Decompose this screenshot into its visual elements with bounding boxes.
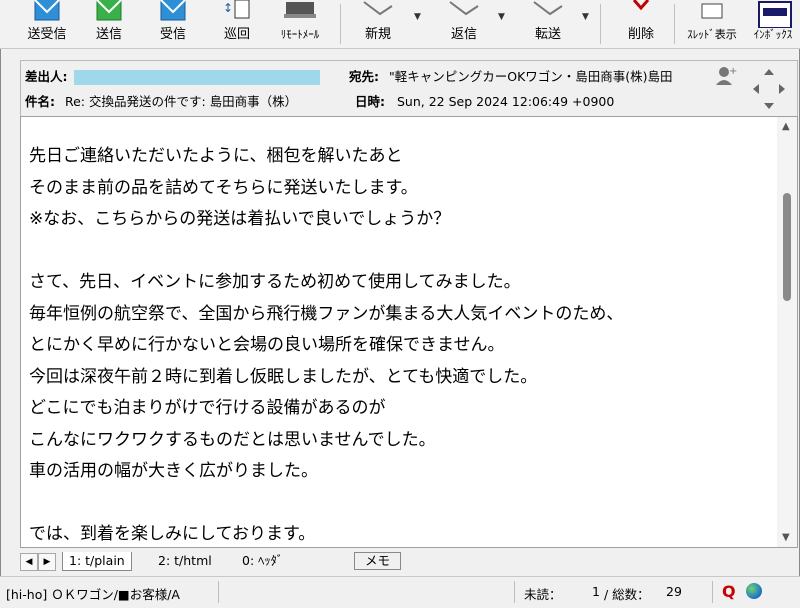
tab-prev-icon[interactable]: ◀ bbox=[20, 553, 38, 571]
message-line: さて、先日、イベントに参加するため初めて使用してみました。 bbox=[29, 272, 521, 292]
svg-text:↕: ↕ bbox=[223, 1, 233, 15]
from-value[interactable] bbox=[73, 70, 320, 85]
message-line: 毎年恒例の航空祭で、全国から飛行機ファンが集まる大人気イベントのため、 bbox=[29, 303, 624, 324]
receive-label: 受信 bbox=[159, 27, 186, 42]
toolbar-separator bbox=[674, 4, 675, 44]
new-mail-icon bbox=[363, 1, 393, 16]
inbox-button[interactable]: ｲﾝﾎﾞｯｸｽ bbox=[746, 0, 800, 46]
body-tabs: ◀ ▶ 1: t/plain 2: t/html 0: ﾍｯﾀﾞ メモ bbox=[20, 550, 798, 572]
reply-button[interactable]: 返信 bbox=[436, 0, 492, 46]
delete-button[interactable]: 削除 bbox=[614, 0, 668, 46]
to-label: 宛先: bbox=[349, 69, 379, 84]
send-receive-button[interactable]: 送受信 bbox=[20, 0, 74, 46]
thread-view-label: ｽﾚｯﾄﾞ表示 bbox=[687, 28, 737, 41]
tab-header[interactable]: 0: ﾍｯﾀﾞ bbox=[236, 552, 289, 570]
inbox-icon bbox=[758, 1, 792, 28]
unread-count: 1 bbox=[592, 584, 600, 599]
status-bar: [hi-ho] ＯＫワゴン/■お客様/A 未読： 1 / 総数： 29 Q bbox=[0, 576, 800, 608]
message-header: 差出人: 宛先: "軽キャンピングカーOKワゴン・島田商事(株)島田 件名: R… bbox=[20, 60, 798, 116]
message-line: とにかく早めに行かないと会場の良い場所を確保できません。 bbox=[29, 335, 505, 355]
receive-button[interactable]: 受信 bbox=[150, 0, 196, 46]
inbox-label: ｲﾝﾎﾞｯｸｽ bbox=[753, 28, 793, 41]
scroll-up-icon[interactable]: ▲ bbox=[782, 121, 790, 132]
to-row: 宛先: "軽キャンピングカーOKワゴン・島田商事(株)島田 bbox=[349, 66, 673, 85]
memo-button[interactable]: メモ bbox=[354, 552, 402, 570]
tab-text-html[interactable]: 2: t/html bbox=[152, 552, 218, 570]
forward-button[interactable]: 転送 bbox=[520, 0, 576, 46]
send-receive-icon bbox=[34, 0, 60, 21]
remote-mail-button[interactable]: ﾘﾓｰﾄﾒｰﾙ bbox=[268, 0, 332, 46]
patrol-button[interactable]: ↕ 巡回 bbox=[214, 0, 260, 46]
message-line: こんなにワクワクするものだとは思いませんでした。 bbox=[29, 429, 436, 450]
globe-icon[interactable] bbox=[746, 583, 762, 599]
message-line: 今回は深夜午前２時に到着し仮眠しましたが、とても快適でした。 bbox=[29, 366, 538, 387]
message-body[interactable]: 先日ご連絡いただいたように、梱包を解いたあと そのまま前の品を詰めてそちらに発送い… bbox=[20, 116, 798, 548]
total-count: 29 bbox=[666, 584, 682, 599]
forward-icon bbox=[533, 1, 563, 16]
from-row: 差出人: bbox=[25, 66, 320, 85]
svg-text:+: + bbox=[729, 66, 737, 77]
toolbar-separator bbox=[340, 4, 341, 44]
total-label: / 総数： bbox=[604, 587, 650, 602]
tab-next-icon[interactable]: ▶ bbox=[38, 553, 56, 571]
send-label: 送信 bbox=[95, 27, 122, 42]
forward-label: 転送 bbox=[534, 27, 561, 42]
message-line: では、到着を楽しみにしております。 bbox=[29, 524, 316, 544]
status-separator bbox=[218, 581, 219, 603]
message-line bbox=[29, 488, 623, 520]
send-receive-label: 送受信 bbox=[27, 27, 67, 42]
message-line: どこにでも泊まりがけで行ける設備があるのが bbox=[29, 398, 386, 418]
send-button[interactable]: 送信 bbox=[86, 0, 132, 46]
reply-label: 返信 bbox=[450, 27, 477, 42]
subject-row: 件名: Re: 交換品発送の件です: 島田商事（株） bbox=[25, 91, 297, 110]
message-line: そのまま前の品を詰めてそちらに発送いたします。 bbox=[29, 177, 418, 198]
navigation-arrows-icon[interactable] bbox=[749, 65, 789, 113]
unread-label: 未読： bbox=[524, 587, 562, 602]
scroll-thumb[interactable] bbox=[783, 193, 791, 301]
patrol-icon: ↕ bbox=[223, 0, 250, 19]
message-line: 先日ご連絡いただいたように、梱包を解いたあと bbox=[29, 146, 403, 166]
new-mail-button[interactable]: 新規 bbox=[350, 0, 406, 46]
message-line: 車の活用の幅が大きく広がりました。 bbox=[29, 461, 318, 481]
to-value[interactable]: "軽キャンピングカーOKワゴン・島田商事(株)島田 bbox=[389, 69, 673, 84]
subject-value: Re: 交換品発送の件です: 島田商事（株） bbox=[64, 94, 298, 109]
new-mail-label: 新規 bbox=[364, 27, 391, 42]
reply-icon bbox=[449, 1, 479, 16]
remote-mail-label: ﾘﾓｰﾄﾒｰﾙ bbox=[280, 28, 320, 41]
tab-text-plain[interactable]: 1: t/plain bbox=[62, 552, 132, 571]
toolbar: 送受信 送信 受信 ↕ 巡回 ﾘﾓｰﾄﾒｰﾙ 新規 ▼ 返信 ▼ 転送 ▼ 削除… bbox=[0, 0, 800, 49]
status-separator bbox=[712, 581, 713, 603]
remote-mail-icon bbox=[284, 2, 316, 18]
delete-icon bbox=[632, 0, 650, 11]
reply-dropdown-icon[interactable]: ▼ bbox=[498, 12, 505, 22]
message-line bbox=[29, 236, 623, 268]
queue-icon[interactable]: Q bbox=[722, 583, 740, 601]
new-mail-dropdown-icon[interactable]: ▼ bbox=[414, 12, 421, 22]
send-icon bbox=[96, 0, 122, 21]
patrol-label: 巡回 bbox=[223, 27, 250, 42]
message-text: 先日ご連絡いただいたように、梱包を解いたあと そのまま前の品を詰めてそちらに発送い… bbox=[29, 141, 624, 547]
thread-view-icon bbox=[701, 3, 723, 19]
receive-icon bbox=[160, 0, 186, 21]
vertical-scrollbar[interactable]: ▲ ▼ bbox=[777, 117, 797, 547]
date-label: 日時: bbox=[355, 94, 385, 109]
folder-path: [hi-ho] ＯＫワゴン/■お客様/A bbox=[6, 587, 180, 602]
status-separator bbox=[514, 581, 515, 603]
from-label: 差出人: bbox=[25, 69, 68, 84]
add-contact-icon[interactable]: + bbox=[715, 65, 737, 87]
delete-label: 削除 bbox=[627, 27, 654, 42]
subject-label: 件名: bbox=[25, 94, 55, 109]
toolbar-separator bbox=[600, 4, 601, 44]
message-line: ※なお、こちらからの発送は着払いで良いでしょうか？ bbox=[29, 209, 451, 229]
date-value: Sun, 22 Sep 2024 12:06:49 +0900 bbox=[396, 94, 615, 109]
forward-dropdown-icon[interactable]: ▼ bbox=[582, 12, 589, 22]
date-row: 日時: Sun, 22 Sep 2024 12:06:49 +0900 bbox=[355, 91, 614, 110]
thread-view-button[interactable]: ｽﾚｯﾄﾞ表示 bbox=[680, 0, 744, 46]
scroll-down-icon[interactable]: ▼ bbox=[782, 532, 790, 543]
